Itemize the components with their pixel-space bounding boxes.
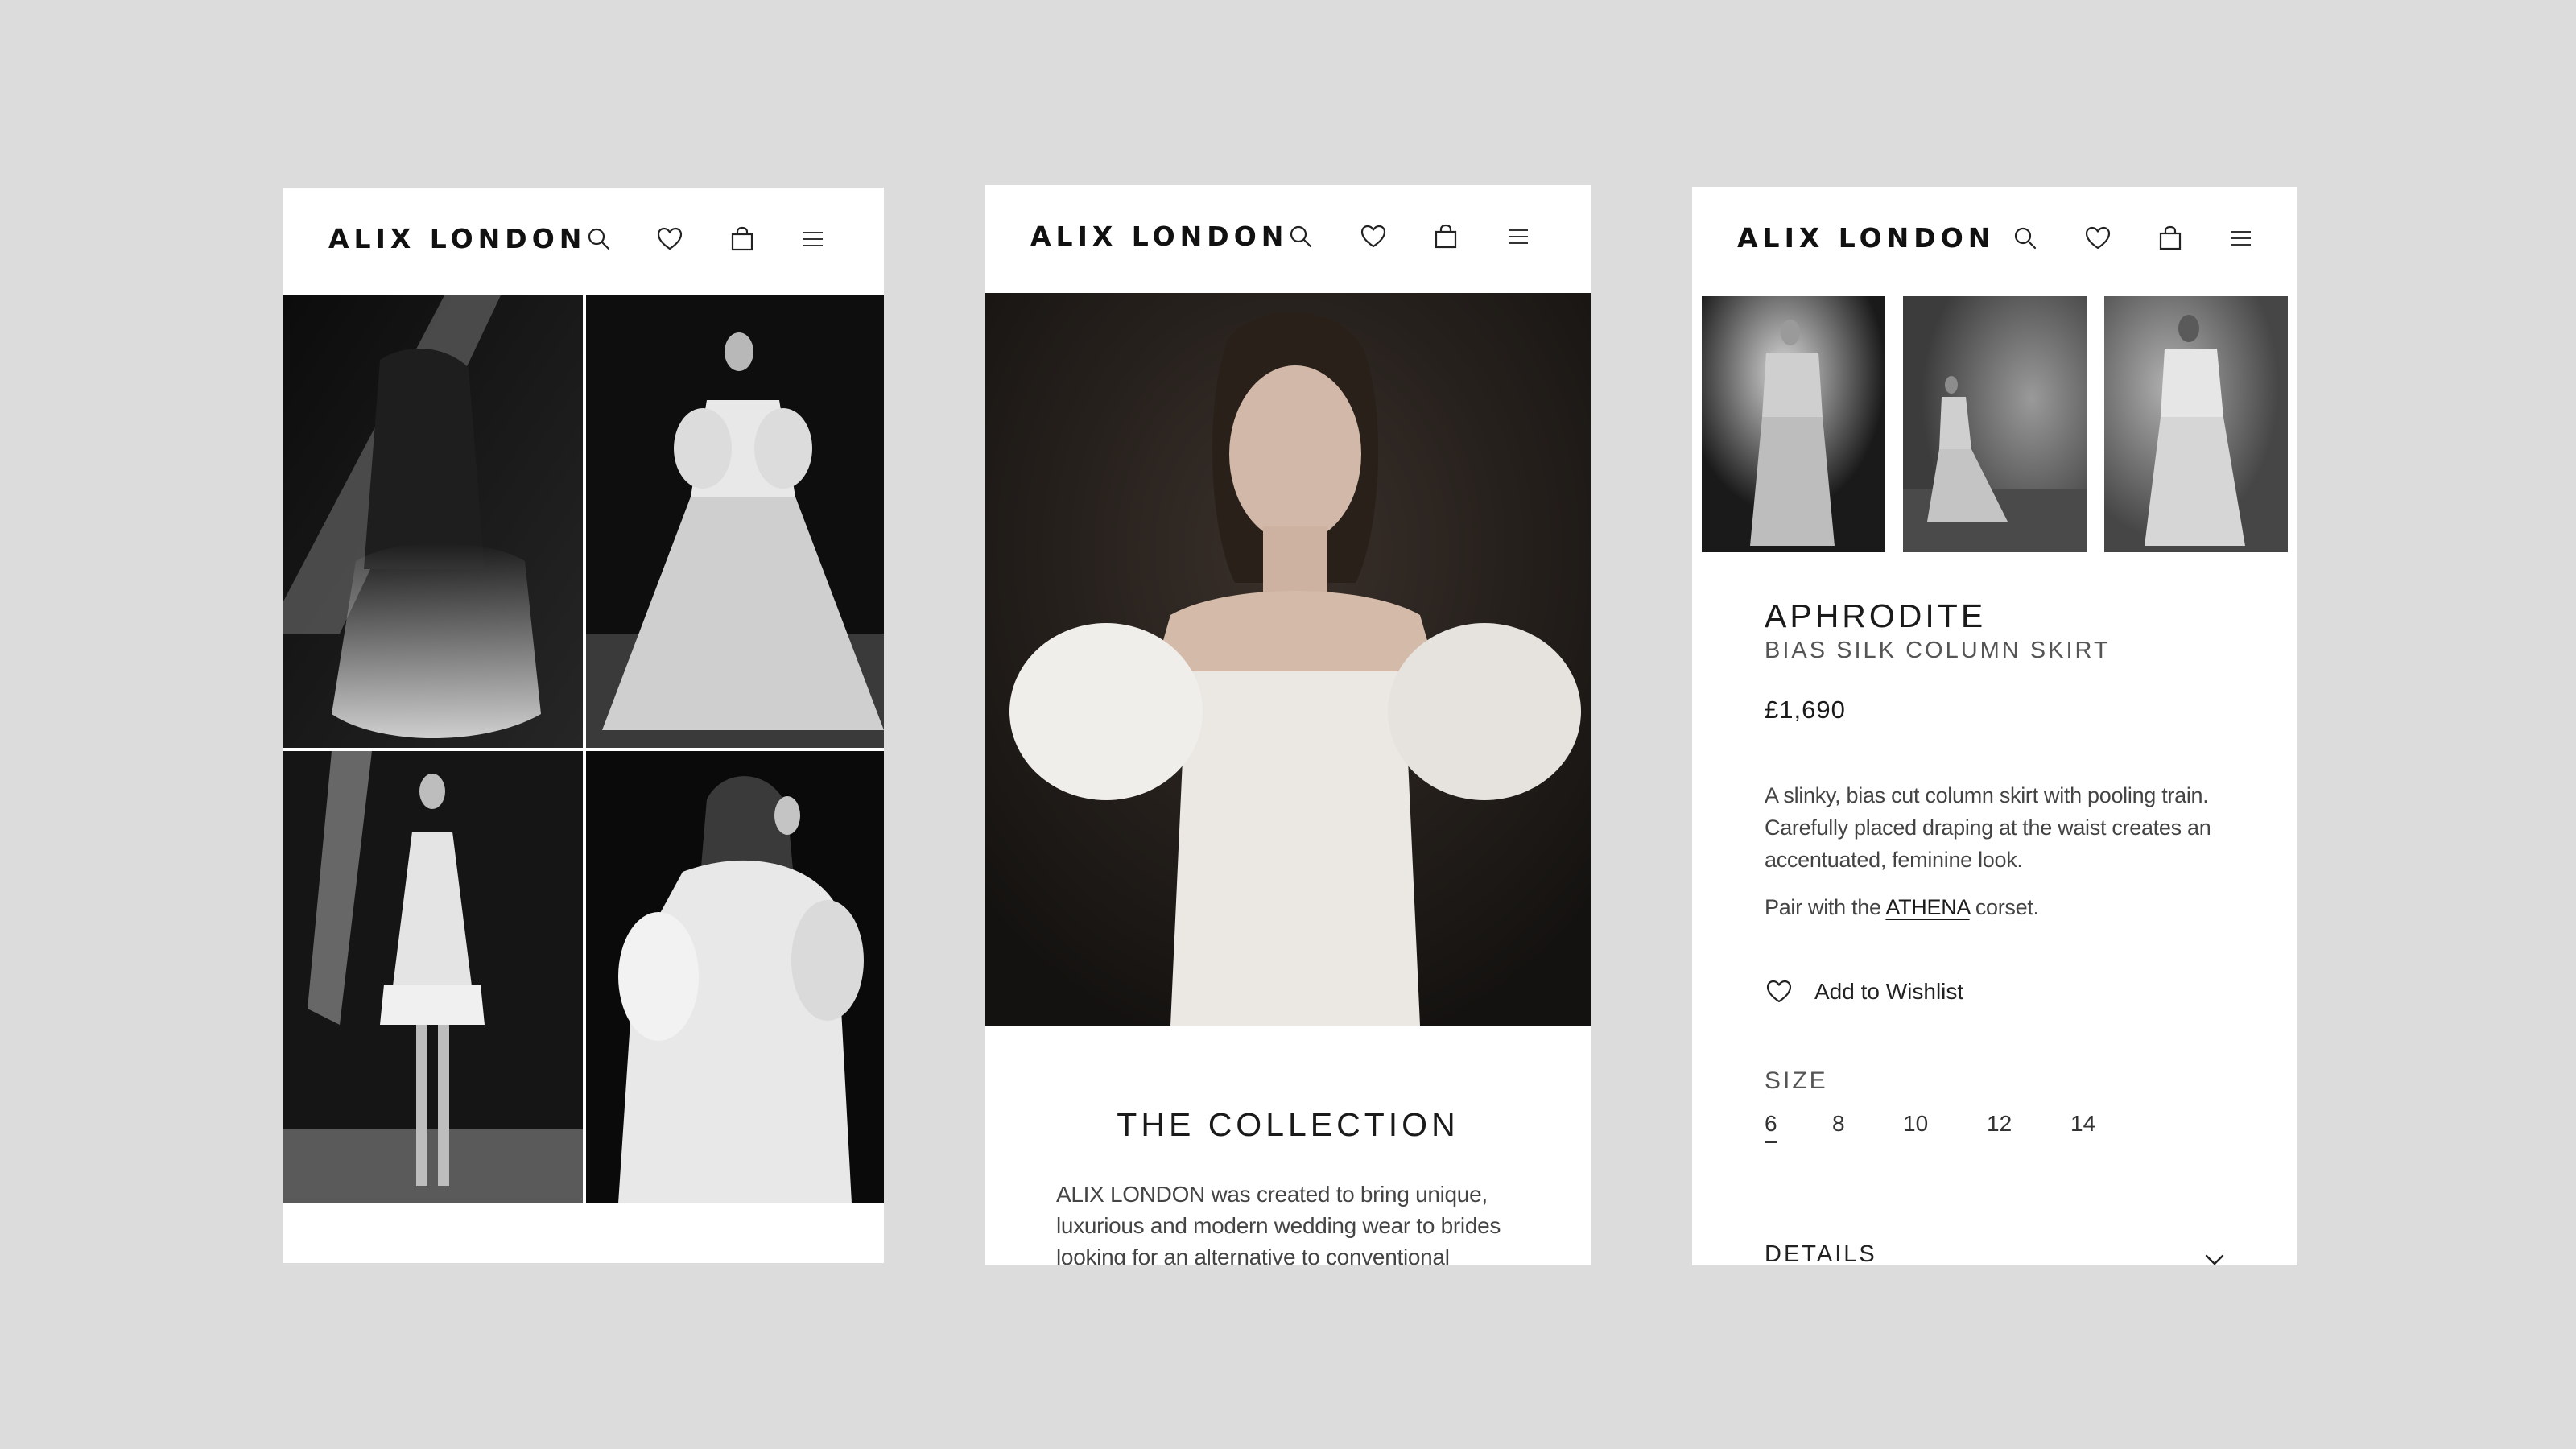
product-thumbnail-front[interactable]: [1702, 296, 1885, 552]
product-price: £1,690: [1765, 696, 1846, 724]
search-icon[interactable]: [1286, 222, 1315, 251]
product-subtitle: BIAS SILK COLUMN SKIRT: [1765, 638, 2111, 663]
mobile-screen-collection: ALIX LONDON THE COLLECTION ALIX LONDON w…: [985, 185, 1591, 1265]
site-header: ALIX LONDON: [1692, 187, 2297, 293]
brand-logo[interactable]: ALIX LONDON: [1737, 222, 1995, 254]
product-thumbnail-side[interactable]: [1903, 296, 2087, 552]
hamburger-menu-icon[interactable]: [799, 225, 828, 254]
pair-with-text: Pair with the ATHENA corset.: [1765, 895, 2215, 920]
search-icon[interactable]: [2011, 224, 2040, 253]
pair-with-suffix: corset.: [1969, 895, 2039, 919]
heart-icon[interactable]: [1359, 222, 1388, 251]
heart-icon[interactable]: [655, 225, 684, 254]
size-label: SIZE: [1765, 1067, 1828, 1094]
product-thumbnail-back[interactable]: [2104, 296, 2288, 552]
product-description: A slinky, bias cut column skirt with poo…: [1765, 783, 2211, 872]
section-title: THE COLLECTION: [1117, 1106, 1459, 1143]
product-image-coat-gown[interactable]: [586, 751, 884, 1203]
shopping-bag-icon[interactable]: [1431, 222, 1460, 251]
size-option-10[interactable]: 10: [1903, 1111, 1928, 1141]
brand-logo[interactable]: ALIX LONDON: [1030, 221, 1288, 252]
heart-icon: [1765, 977, 1794, 1006]
mobile-screen-product-detail: ALIX LONDON APHRODITE BIAS SILK COLUMN S…: [1692, 187, 2297, 1265]
site-header: ALIX LONDON: [283, 188, 884, 294]
product-image-puff-sleeve-gown[interactable]: [586, 295, 884, 748]
shopping-bag-icon[interactable]: [728, 225, 757, 254]
brand-logo[interactable]: ALIX LONDON: [328, 223, 586, 254]
search-icon[interactable]: [584, 225, 613, 254]
product-image-feather-mini-dress[interactable]: [283, 295, 583, 748]
mobile-screen-gallery: ALIX LONDON: [283, 188, 884, 1263]
chevron-down-icon[interactable]: [2201, 1246, 2228, 1265]
product-image-slip-dress[interactable]: [283, 751, 583, 1203]
hamburger-menu-icon[interactable]: [1504, 222, 1533, 251]
details-accordion-label[interactable]: DETAILS: [1765, 1241, 1877, 1265]
size-option-8[interactable]: 8: [1832, 1111, 1845, 1141]
product-name: APHRODITE: [1765, 597, 1987, 634]
hamburger-menu-icon[interactable]: [2227, 224, 2256, 253]
size-option-12[interactable]: 12: [1987, 1111, 2012, 1141]
size-option-6[interactable]: 6: [1765, 1111, 1777, 1143]
shopping-bag-icon[interactable]: [2156, 224, 2185, 253]
hero-image-bride-puff-sleeves[interactable]: [985, 293, 1591, 1026]
athena-corset-link[interactable]: ATHENA: [1885, 895, 1970, 919]
section-body-text: ALIX LONDON was created to bring unique,…: [1056, 1182, 1501, 1265]
pair-with-prefix: Pair with the: [1765, 895, 1886, 919]
wishlist-label: Add to Wishlist: [1814, 979, 1964, 1004]
site-header: ALIX LONDON: [985, 185, 1591, 291]
size-option-14[interactable]: 14: [2070, 1111, 2095, 1141]
heart-icon[interactable]: [2083, 224, 2112, 253]
